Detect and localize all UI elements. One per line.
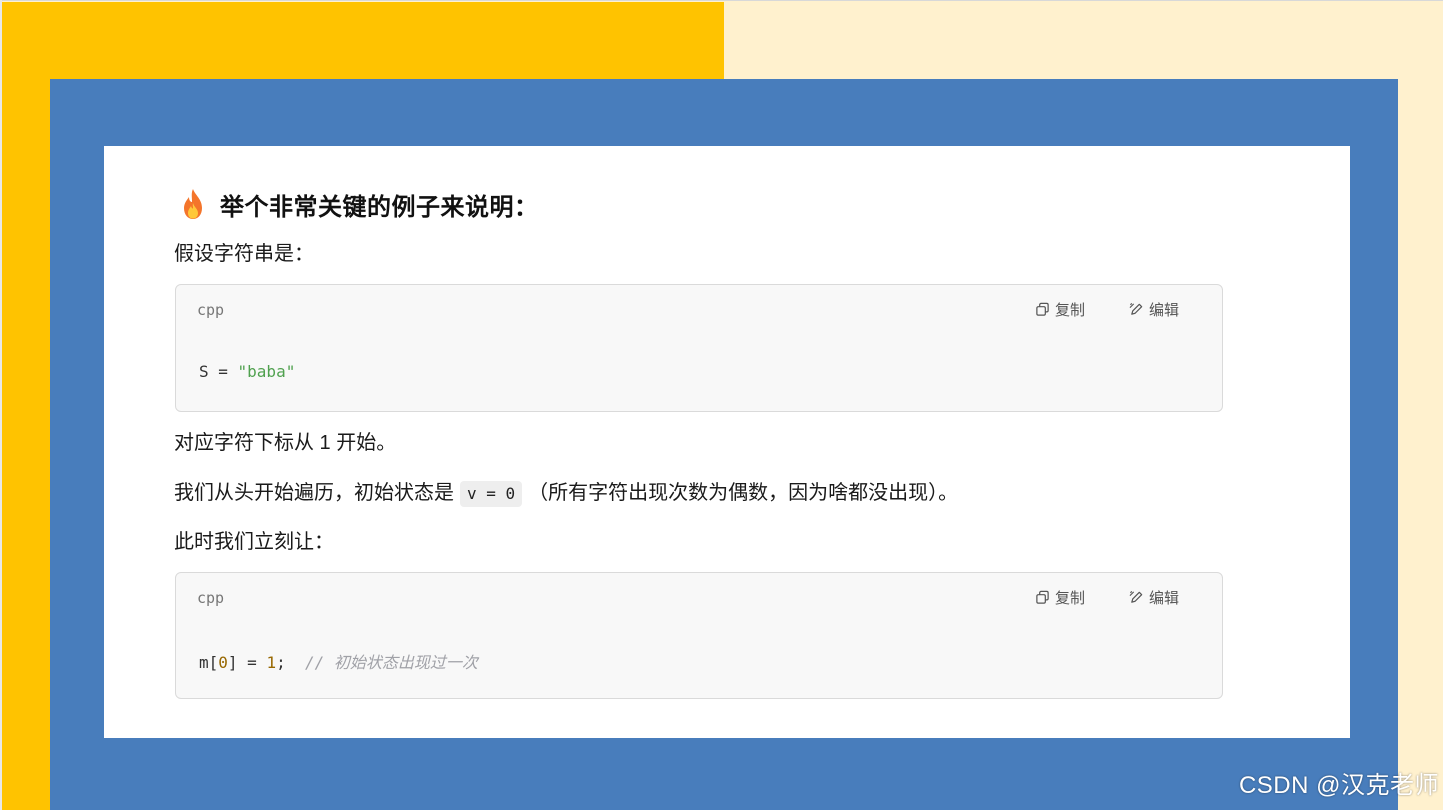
top-border-line	[0, 0, 1443, 1]
paragraph-string-intro: 假设字符串是：	[174, 243, 314, 265]
copy-button[interactable]: 复制	[1035, 299, 1085, 320]
paragraph-then: 此时我们立刻让：	[174, 531, 334, 553]
edit-button[interactable]: 编辑	[1129, 587, 1179, 608]
edit-icon	[1129, 591, 1143, 603]
heading-title: 举个非常关键的例子来说明：	[220, 193, 539, 221]
fire-icon	[184, 189, 202, 219]
code-block-2: cpp 复制 编辑 m[0] = 1; // 初始状态出现过一次	[175, 572, 1223, 699]
watermark: CSDN @汉克老师	[1238, 772, 1439, 799]
code-language-label: cpp	[197, 301, 225, 319]
edit-label: 编辑	[1148, 590, 1179, 607]
code-block-1: cpp 复制 编辑 S = "baba"	[175, 284, 1223, 412]
paragraph-text: （所有字符出现次数为偶数，因为啥都没出现）。	[528, 482, 959, 504]
paragraph-initial-state: 我们从头开始遍历，初始状态是 v = 0 （所有字符出现次数为偶数，因为啥都没出现）…	[174, 479, 958, 507]
code-actions: 复制 编辑	[1035, 587, 1179, 608]
code-token-string: "baba"	[237, 362, 296, 381]
copy-button[interactable]: 复制	[1035, 587, 1085, 608]
code-actions: 复制 编辑	[1035, 299, 1179, 320]
code-token-identifier: m[	[199, 653, 219, 672]
copy-icon	[1036, 590, 1049, 604]
edit-label: 编辑	[1148, 302, 1179, 319]
code-token-number: 1	[266, 653, 277, 672]
code-line: m[0] = 1; // 初始状态出现过一次	[199, 649, 478, 673]
code-token-identifier: S =	[199, 362, 238, 381]
inline-code: v = 0	[460, 481, 523, 507]
edit-icon	[1129, 303, 1143, 315]
copy-label: 复制	[1054, 590, 1085, 607]
section-heading: 举个非常关键的例子来说明：	[180, 186, 539, 222]
code-token-punctuation: ;	[276, 653, 305, 672]
code-token-comment: // 初始状态出现过一次	[304, 653, 478, 672]
code-language-label: cpp	[197, 589, 225, 607]
code-line: S = "baba"	[199, 362, 295, 381]
content-card: 举个非常关键的例子来说明： 假设字符串是： cpp 复制 编辑 S = "bab…	[104, 146, 1350, 738]
code-token-number: 0	[218, 653, 228, 672]
copy-icon	[1036, 302, 1049, 316]
edit-button[interactable]: 编辑	[1129, 299, 1179, 320]
paragraph-text: 我们从头开始遍历，初始状态是	[174, 482, 454, 504]
code-token-operator: ] =	[227, 653, 267, 672]
copy-label: 复制	[1054, 302, 1085, 319]
paragraph-index-note: 对应字符下标从 1 开始。	[174, 432, 397, 454]
